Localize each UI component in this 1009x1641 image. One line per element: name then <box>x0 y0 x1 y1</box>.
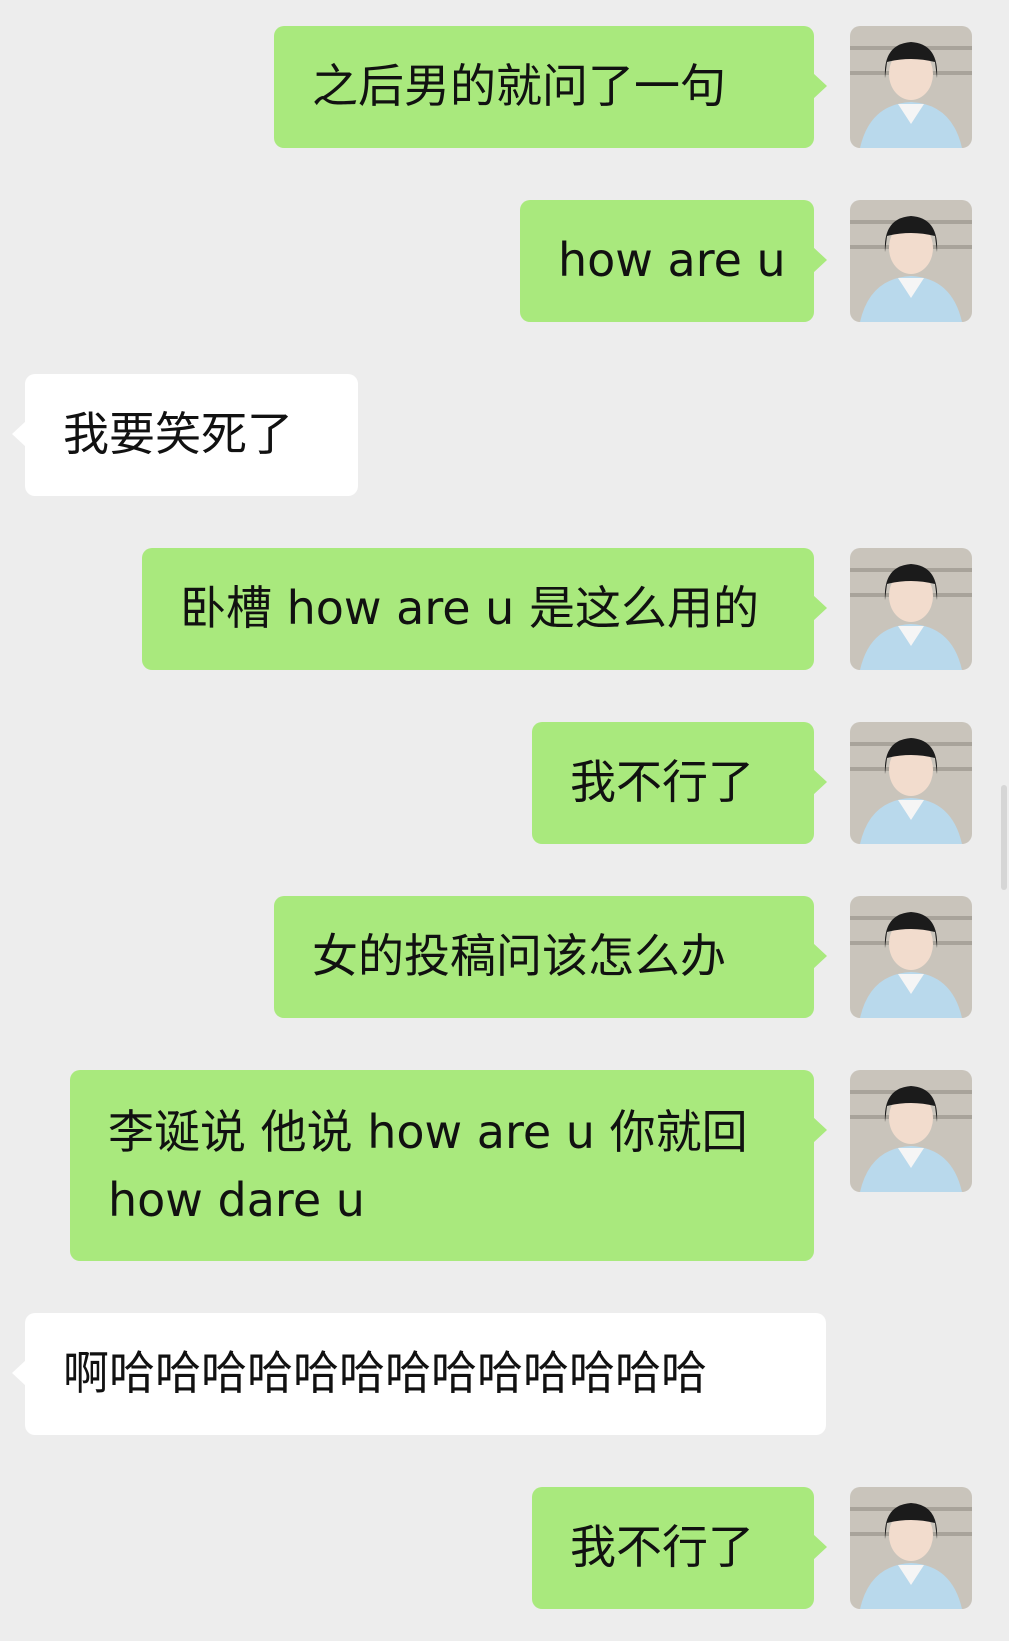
message-text: 女的投稿问该怎么办 <box>312 929 726 983</box>
avatar[interactable] <box>850 548 972 670</box>
my-message-bubble[interactable]: 我不行了 <box>532 722 827 844</box>
my-message-bubble[interactable]: 李诞说 他说 how are u 你就回 how dare u <box>70 1070 827 1261</box>
portrait-icon <box>850 722 972 844</box>
portrait-icon <box>850 896 972 1018</box>
my-message-bubble[interactable]: 女的投稿问该怎么办 <box>274 896 827 1018</box>
avatar[interactable] <box>850 26 972 148</box>
message-text: how are u <box>558 233 786 287</box>
message-text: 之后男的就问了一句 <box>312 59 726 113</box>
message-text: 我不行了 <box>570 1520 754 1574</box>
avatar[interactable] <box>850 896 972 1018</box>
their-message-bubble[interactable]: 我要笑死了 <box>12 374 358 496</box>
message-text: 啊哈哈哈哈哈哈哈哈哈哈哈哈哈 <box>63 1346 707 1400</box>
scrollbar[interactable] <box>1001 785 1007 890</box>
message-text-line: 李诞说 他说 how are u 你就回 <box>108 1105 748 1159</box>
portrait-icon <box>850 1070 972 1192</box>
avatar[interactable] <box>850 1070 972 1192</box>
message-text: 我不行了 <box>570 755 754 809</box>
portrait-icon <box>850 26 972 148</box>
portrait-icon <box>850 548 972 670</box>
message-text-line: how dare u <box>108 1173 365 1227</box>
avatar[interactable] <box>850 1487 972 1609</box>
message-text: 我要笑死了 <box>63 407 293 461</box>
portrait-icon <box>850 200 972 322</box>
my-message-bubble[interactable]: 我不行了 <box>532 1487 827 1609</box>
their-message-bubble[interactable]: 啊哈哈哈哈哈哈哈哈哈哈哈哈哈 <box>12 1313 826 1435</box>
my-message-bubble[interactable]: 卧槽 how are u 是这么用的 <box>142 548 827 670</box>
avatar[interactable] <box>850 722 972 844</box>
avatar[interactable] <box>850 200 972 322</box>
portrait-icon <box>850 1487 972 1609</box>
my-message-bubble[interactable]: how are u <box>520 200 827 322</box>
my-message-bubble[interactable]: 之后男的就问了一句 <box>274 26 827 148</box>
message-text: 卧槽 how are u 是这么用的 <box>180 581 759 635</box>
